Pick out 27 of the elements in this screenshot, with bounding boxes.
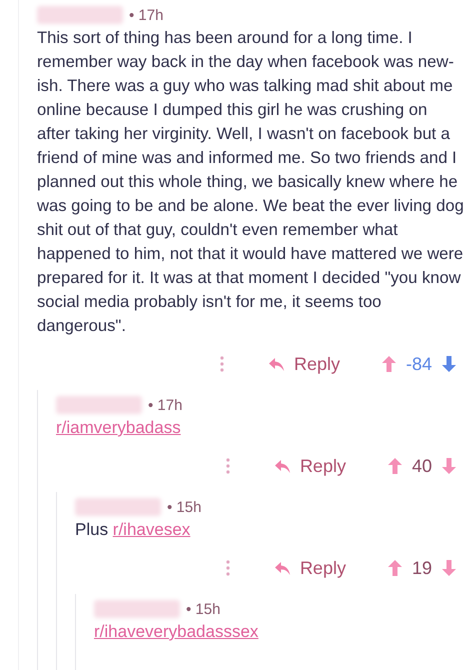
downvote-icon[interactable] xyxy=(442,458,456,474)
comment-time: • 17h xyxy=(129,6,164,24)
reply-button[interactable]: Reply xyxy=(268,354,340,374)
comment-time: • 15h xyxy=(186,600,220,618)
downvote-icon[interactable] xyxy=(442,356,456,372)
subreddit-link[interactable]: r/ihaveverybadasssex xyxy=(94,622,258,641)
comment-time: • 17h xyxy=(148,396,182,414)
subreddit-link[interactable]: r/iamverybadass xyxy=(56,418,181,437)
comment-text: This sort of thing has been around for a long time. I remember way back in the day when facebook was new-ish. There was a guy who was talking mad shit about me online because I dumped this girl he was crushing on after taking her virginity. Well, I wasn't on facebook but a friend of mine was and informed me. So two friends and I planned out this whole thing, we basically knew where he was going to be and be alone. We beat the ever living dog shit out of that guy, couldn't even remember what happened to him, not that it would have mattered we were prepared for it. It was at that moment I decided "you know social media probably isn't for me, it seems too dangerous". xyxy=(37,28,464,335)
upvote-icon[interactable] xyxy=(388,458,402,474)
upvote-icon[interactable] xyxy=(388,560,402,576)
comment-text: Plus xyxy=(75,520,110,539)
reply-arrow-icon xyxy=(268,356,285,372)
subreddit-link[interactable]: r/ihavesex xyxy=(112,520,190,539)
upvote-icon[interactable] xyxy=(382,356,396,372)
vote-score: -84 xyxy=(406,354,432,374)
reply-button[interactable]: Reply xyxy=(274,558,346,578)
comment-time: • 15h xyxy=(167,498,202,516)
more-options-icon[interactable] xyxy=(220,356,224,372)
reply-button[interactable]: Reply xyxy=(274,456,346,476)
more-options-icon[interactable] xyxy=(226,458,230,474)
vote-score: 19 xyxy=(412,558,432,578)
reply-arrow-icon xyxy=(274,458,291,474)
reply-arrow-icon xyxy=(274,560,291,576)
downvote-icon[interactable] xyxy=(442,560,456,576)
vote-score: 40 xyxy=(412,456,432,476)
more-options-icon[interactable] xyxy=(226,560,230,576)
